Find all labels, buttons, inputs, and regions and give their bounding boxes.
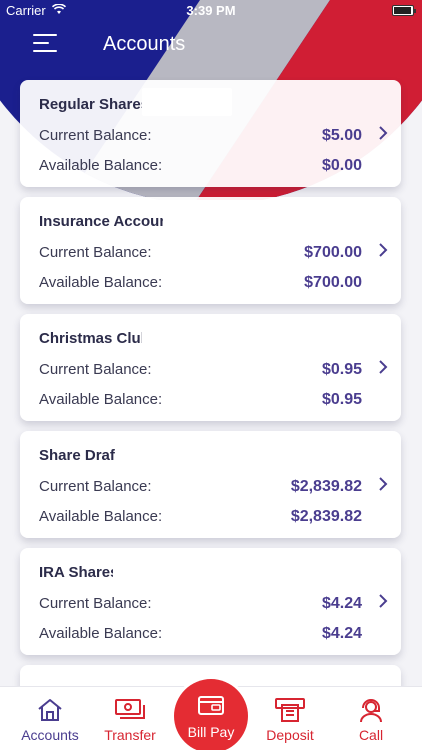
- tab-call-label: Call: [358, 727, 384, 743]
- account-name: Share Draft: [39, 447, 120, 464]
- available-balance-label: Available Balance:: [39, 508, 163, 525]
- account-name: Christmas Club: [39, 330, 150, 347]
- available-balance-label: Available Balance:: [39, 625, 163, 642]
- account-card[interactable]: Share Draft Current Balance: $2,839.82 A…: [20, 431, 401, 538]
- status-time: 3:39 PM: [186, 3, 236, 18]
- tab-accounts-label: Accounts: [21, 727, 79, 743]
- headset-call-icon: [360, 699, 382, 723]
- available-balance-value: $4.24: [321, 625, 362, 642]
- available-balance-label: Available Balance:: [39, 391, 163, 408]
- status-bar: Carrier 3:39 PM: [0, 0, 422, 22]
- account-card[interactable]: IRA Shares Current Balance: $4.24 Availa…: [20, 548, 401, 655]
- tab-deposit[interactable]: Deposit: [250, 687, 330, 750]
- available-balance-value: $2,839.82: [290, 508, 362, 525]
- available-balance-label: Available Balance:: [39, 157, 163, 174]
- home-icon: [38, 699, 62, 721]
- hamburger-menu-icon[interactable]: [33, 34, 57, 52]
- available-balance-label: Available Balance:: [39, 274, 163, 291]
- account-card[interactable]: Regular Shares Current Balance: $5.00 Av…: [20, 80, 401, 187]
- account-name: Insurance Account: [39, 213, 174, 230]
- current-balance-value: $5.00: [321, 127, 362, 144]
- masked-account-number: [163, 205, 253, 233]
- chevron-right-icon: [379, 126, 388, 140]
- chevron-right-icon: [379, 594, 388, 608]
- tab-call[interactable]: Call: [331, 687, 411, 750]
- available-balance-value: $700.00: [304, 274, 362, 291]
- chevron-right-icon: [379, 477, 388, 491]
- current-balance-label: Current Balance:: [39, 361, 152, 378]
- tab-billpay-label: Bill Pay: [187, 724, 235, 740]
- chevron-right-icon: [379, 243, 388, 257]
- battery-icon: [392, 5, 416, 16]
- account-name: Regular Shares: [39, 96, 150, 113]
- current-balance-label: Current Balance:: [39, 127, 152, 144]
- current-balance-value: $700.00: [304, 244, 362, 261]
- tab-billpay-button[interactable]: Bill Pay: [174, 679, 248, 750]
- nav-bar: Accounts: [0, 22, 422, 66]
- account-card[interactable]: Insurance Account Current Balance: $700.…: [20, 197, 401, 304]
- current-balance-label: Current Balance:: [39, 478, 152, 495]
- masked-account-number: [142, 88, 232, 116]
- chevron-right-icon: [379, 360, 388, 374]
- current-balance-label: Current Balance:: [39, 595, 152, 612]
- available-balance-value: $0.00: [321, 157, 362, 174]
- available-balance-value: $0.95: [321, 391, 362, 408]
- tab-transfer[interactable]: Transfer: [90, 687, 170, 750]
- account-name: IRA Shares: [39, 564, 119, 581]
- current-balance-value: $0.95: [321, 361, 362, 378]
- current-balance-value: $4.24: [321, 595, 362, 612]
- cash-transfer-icon: [115, 699, 145, 719]
- tab-deposit-label: Deposit: [266, 727, 314, 743]
- tab-accounts[interactable]: Accounts: [10, 687, 90, 750]
- page-title: Accounts: [103, 33, 186, 55]
- masked-account-number: [142, 322, 232, 350]
- account-card[interactable]: Christmas Club Current Balance: $0.95 Av…: [20, 314, 401, 421]
- current-balance-label: Current Balance:: [39, 244, 152, 261]
- masked-account-number: [115, 439, 205, 467]
- current-balance-value: $2,839.82: [290, 478, 362, 495]
- masked-account-number: [113, 556, 203, 584]
- wallet-icon: [198, 696, 224, 715]
- tab-transfer-label: Transfer: [104, 727, 156, 743]
- atm-deposit-icon: [275, 698, 305, 722]
